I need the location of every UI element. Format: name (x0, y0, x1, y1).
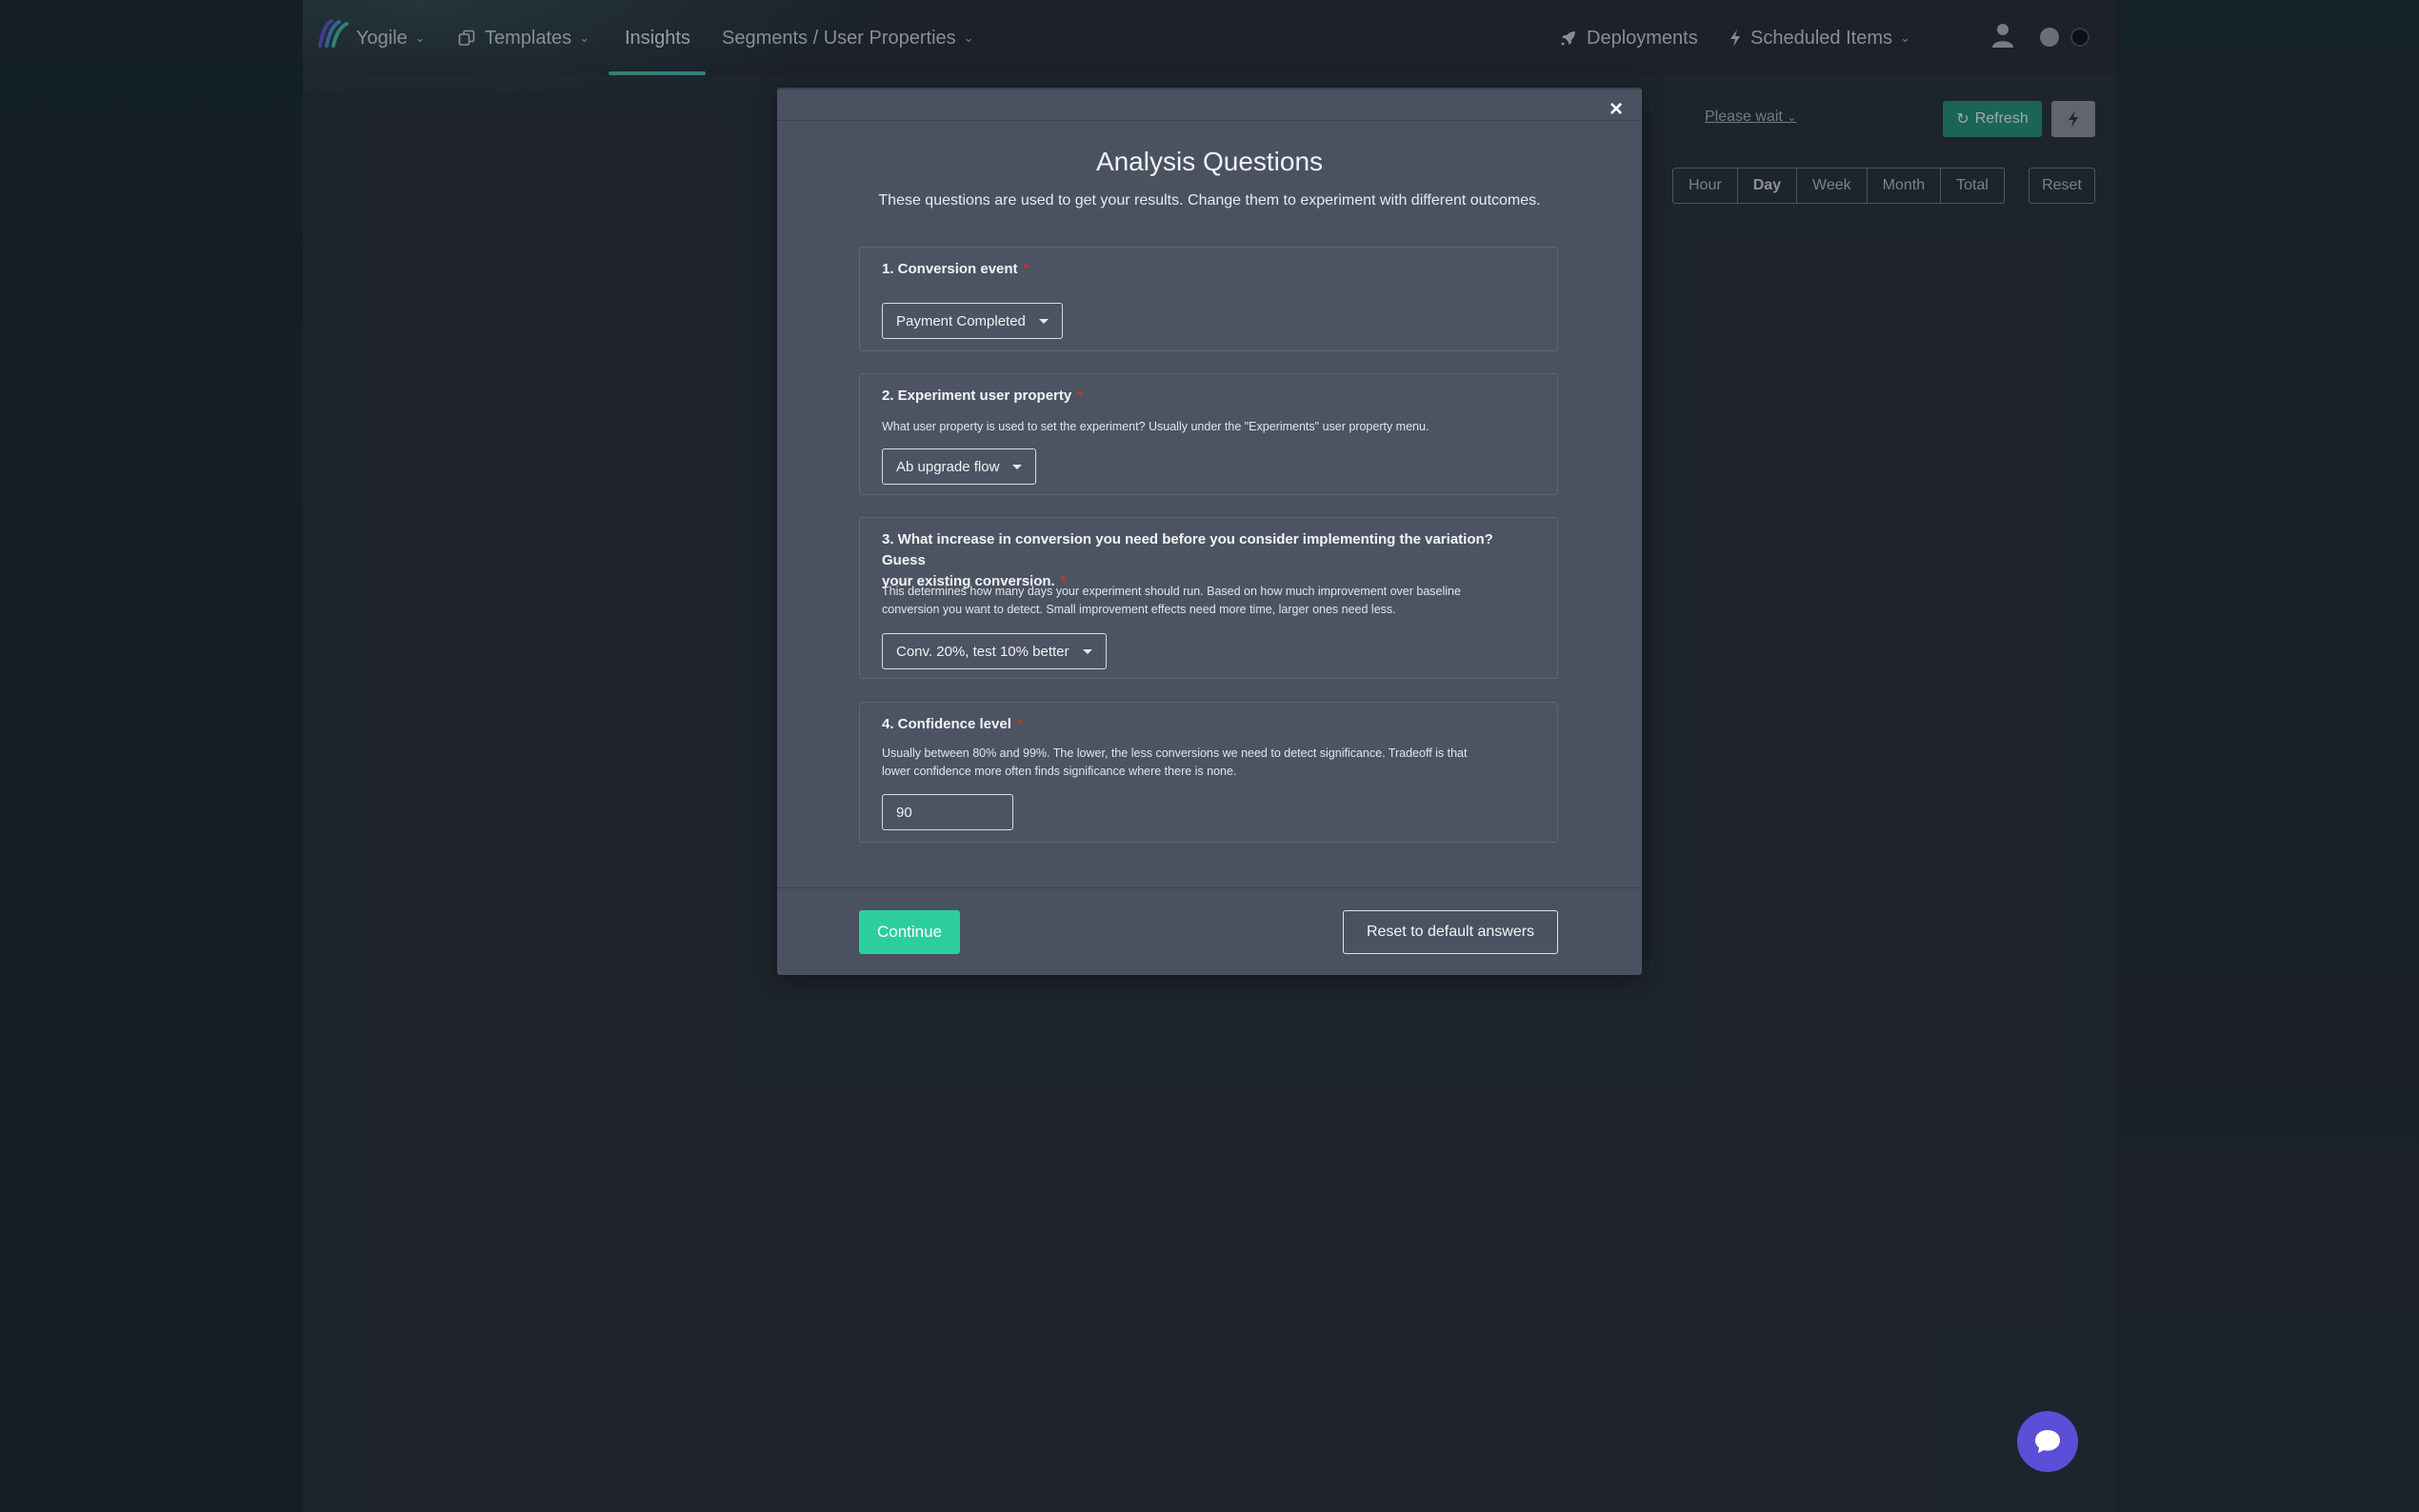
question-title: 4. Confidence level * (882, 716, 1023, 732)
experiment-property-select[interactable]: Ab upgrade flow (882, 448, 1037, 485)
required-marker: * (1077, 388, 1084, 404)
question-confidence-level: 4. Confidence level * Usually between 80%… (859, 702, 1558, 843)
question-conversion-event: 1. Conversion event * Payment Completed (859, 247, 1558, 351)
close-icon[interactable]: × (1606, 98, 1627, 121)
question-description: What user property is used to set the ex… (882, 420, 1429, 433)
modal-header-divider (777, 120, 1642, 121)
chat-bubble-icon (2035, 1430, 2060, 1453)
select-value: Payment Completed (896, 312, 1026, 329)
caret-down-icon (1012, 464, 1023, 469)
reset-defaults-button[interactable]: Reset to default answers (1343, 910, 1558, 954)
required-marker: * (1016, 716, 1023, 732)
select-value: Conv. 20%, test 10% better (896, 643, 1070, 660)
modal-footer-divider (777, 887, 1642, 888)
caret-down-icon (1038, 318, 1049, 324)
question-improvement-target: 3. What increase in conversion you need … (859, 517, 1558, 679)
conversion-event-select[interactable]: Payment Completed (882, 303, 1063, 339)
question-experiment-property: 2. Experiment user property * What user p… (859, 373, 1558, 495)
caret-down-icon (1082, 648, 1092, 654)
question-title: 1. Conversion event * (882, 261, 1030, 277)
continue-button[interactable]: Continue (859, 910, 960, 954)
question-title: 2. Experiment user property * (882, 388, 1084, 404)
required-marker: * (1023, 261, 1030, 277)
question-description: Usually between 80% and 99%. The lower, … (882, 746, 1468, 778)
select-value: Ab upgrade flow (896, 458, 1000, 475)
modal-title: Analysis Questions (1095, 147, 1324, 176)
confidence-level-input[interactable] (882, 794, 1013, 830)
chat-launcher-button[interactable] (2017, 1411, 2078, 1472)
question-description: This determines how many days your exper… (882, 585, 1461, 616)
improvement-target-select[interactable]: Conv. 20%, test 10% better (882, 633, 1107, 669)
analysis-questions-modal: × Analysis Questions These questions are… (777, 88, 1642, 975)
modal-subtitle: These questions are used to get your res… (878, 192, 1541, 209)
